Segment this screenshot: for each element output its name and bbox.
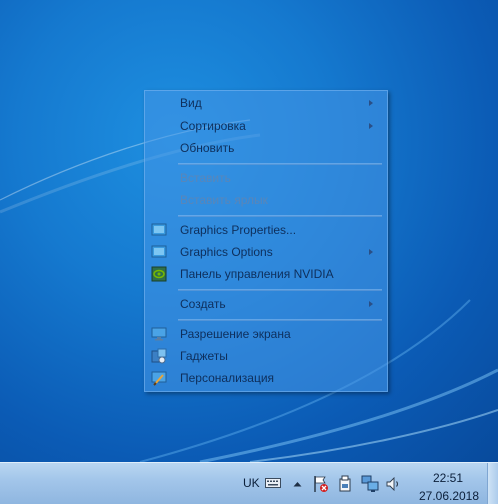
menu-item-label: Сортировка: [180, 119, 246, 133]
submenu-arrow-icon: [369, 100, 373, 106]
menu-item-paste-shortcut[interactable]: Вставить ярлык: [145, 189, 387, 211]
menu-item-graphics-properties[interactable]: Graphics Properties...: [145, 219, 387, 241]
volume-icon[interactable]: [386, 477, 402, 491]
menu-item-screen-resolution[interactable]: Разрешение экрана: [145, 323, 387, 345]
menu-item-label: Graphics Options: [180, 245, 273, 259]
nvidia-icon: [151, 266, 167, 282]
menu-item-nvidia-control-panel[interactable]: Панель управления NVIDIA: [145, 263, 387, 285]
submenu-arrow-icon: [369, 123, 373, 129]
menu-separator: [178, 163, 382, 165]
menu-item-label: Панель управления NVIDIA: [180, 267, 334, 281]
show-desktop-button[interactable]: [487, 463, 498, 504]
submenu-arrow-icon: [369, 249, 373, 255]
menu-item-label: Вставить ярлык: [180, 193, 268, 207]
menu-item-gadgets[interactable]: Гаджеты: [145, 345, 387, 367]
personalization-icon: [151, 371, 167, 386]
menu-item-label: Вставить: [180, 171, 231, 185]
language-indicator[interactable]: UK: [243, 476, 260, 490]
clock-date[interactable]: 27.06.2018: [414, 489, 484, 503]
menu-item-paste[interactable]: Вставить: [145, 167, 387, 189]
intel-graphics-icon: [151, 245, 167, 258]
desktop[interactable]: Вид Сортировка Обновить Вставить Вставит…: [0, 0, 498, 462]
gadgets-icon: [151, 348, 167, 364]
menu-item-label: Обновить: [180, 141, 235, 155]
menu-item-label: Вид: [180, 96, 202, 110]
menu-item-personalization[interactable]: Персонализация: [145, 367, 387, 389]
submenu-arrow-icon: [369, 301, 373, 307]
menu-item-graphics-options[interactable]: Graphics Options: [145, 241, 387, 263]
safely-remove-hardware-icon[interactable]: [338, 475, 352, 493]
show-hidden-icons-icon[interactable]: [293, 481, 302, 487]
screen-resolution-icon: [151, 327, 167, 341]
network-icon[interactable]: [361, 475, 379, 493]
keyboard-icon[interactable]: [265, 477, 281, 489]
intel-graphics-icon: [151, 223, 167, 236]
menu-item-label: Создать: [180, 297, 226, 311]
menu-item-sort[interactable]: Сортировка: [145, 115, 387, 137]
menu-item-create[interactable]: Создать: [145, 293, 387, 315]
clock-time[interactable]: 22:51: [426, 471, 470, 485]
menu-item-label: Graphics Properties...: [180, 223, 297, 237]
menu-separator: [178, 289, 382, 291]
menu-item-label: Гаджеты: [180, 349, 228, 363]
menu-separator: [178, 215, 382, 217]
menu-item-refresh[interactable]: Обновить: [145, 137, 387, 159]
desktop-context-menu: Вид Сортировка Обновить Вставить Вставит…: [144, 90, 388, 392]
taskbar: UK 22:51 27.06.2018: [0, 462, 498, 504]
menu-item-view[interactable]: Вид: [145, 92, 387, 114]
menu-item-label: Персонализация: [180, 371, 275, 385]
action-center-flag-icon[interactable]: [313, 475, 329, 493]
menu-separator: [178, 319, 382, 321]
menu-item-label: Разрешение экрана: [180, 327, 291, 341]
